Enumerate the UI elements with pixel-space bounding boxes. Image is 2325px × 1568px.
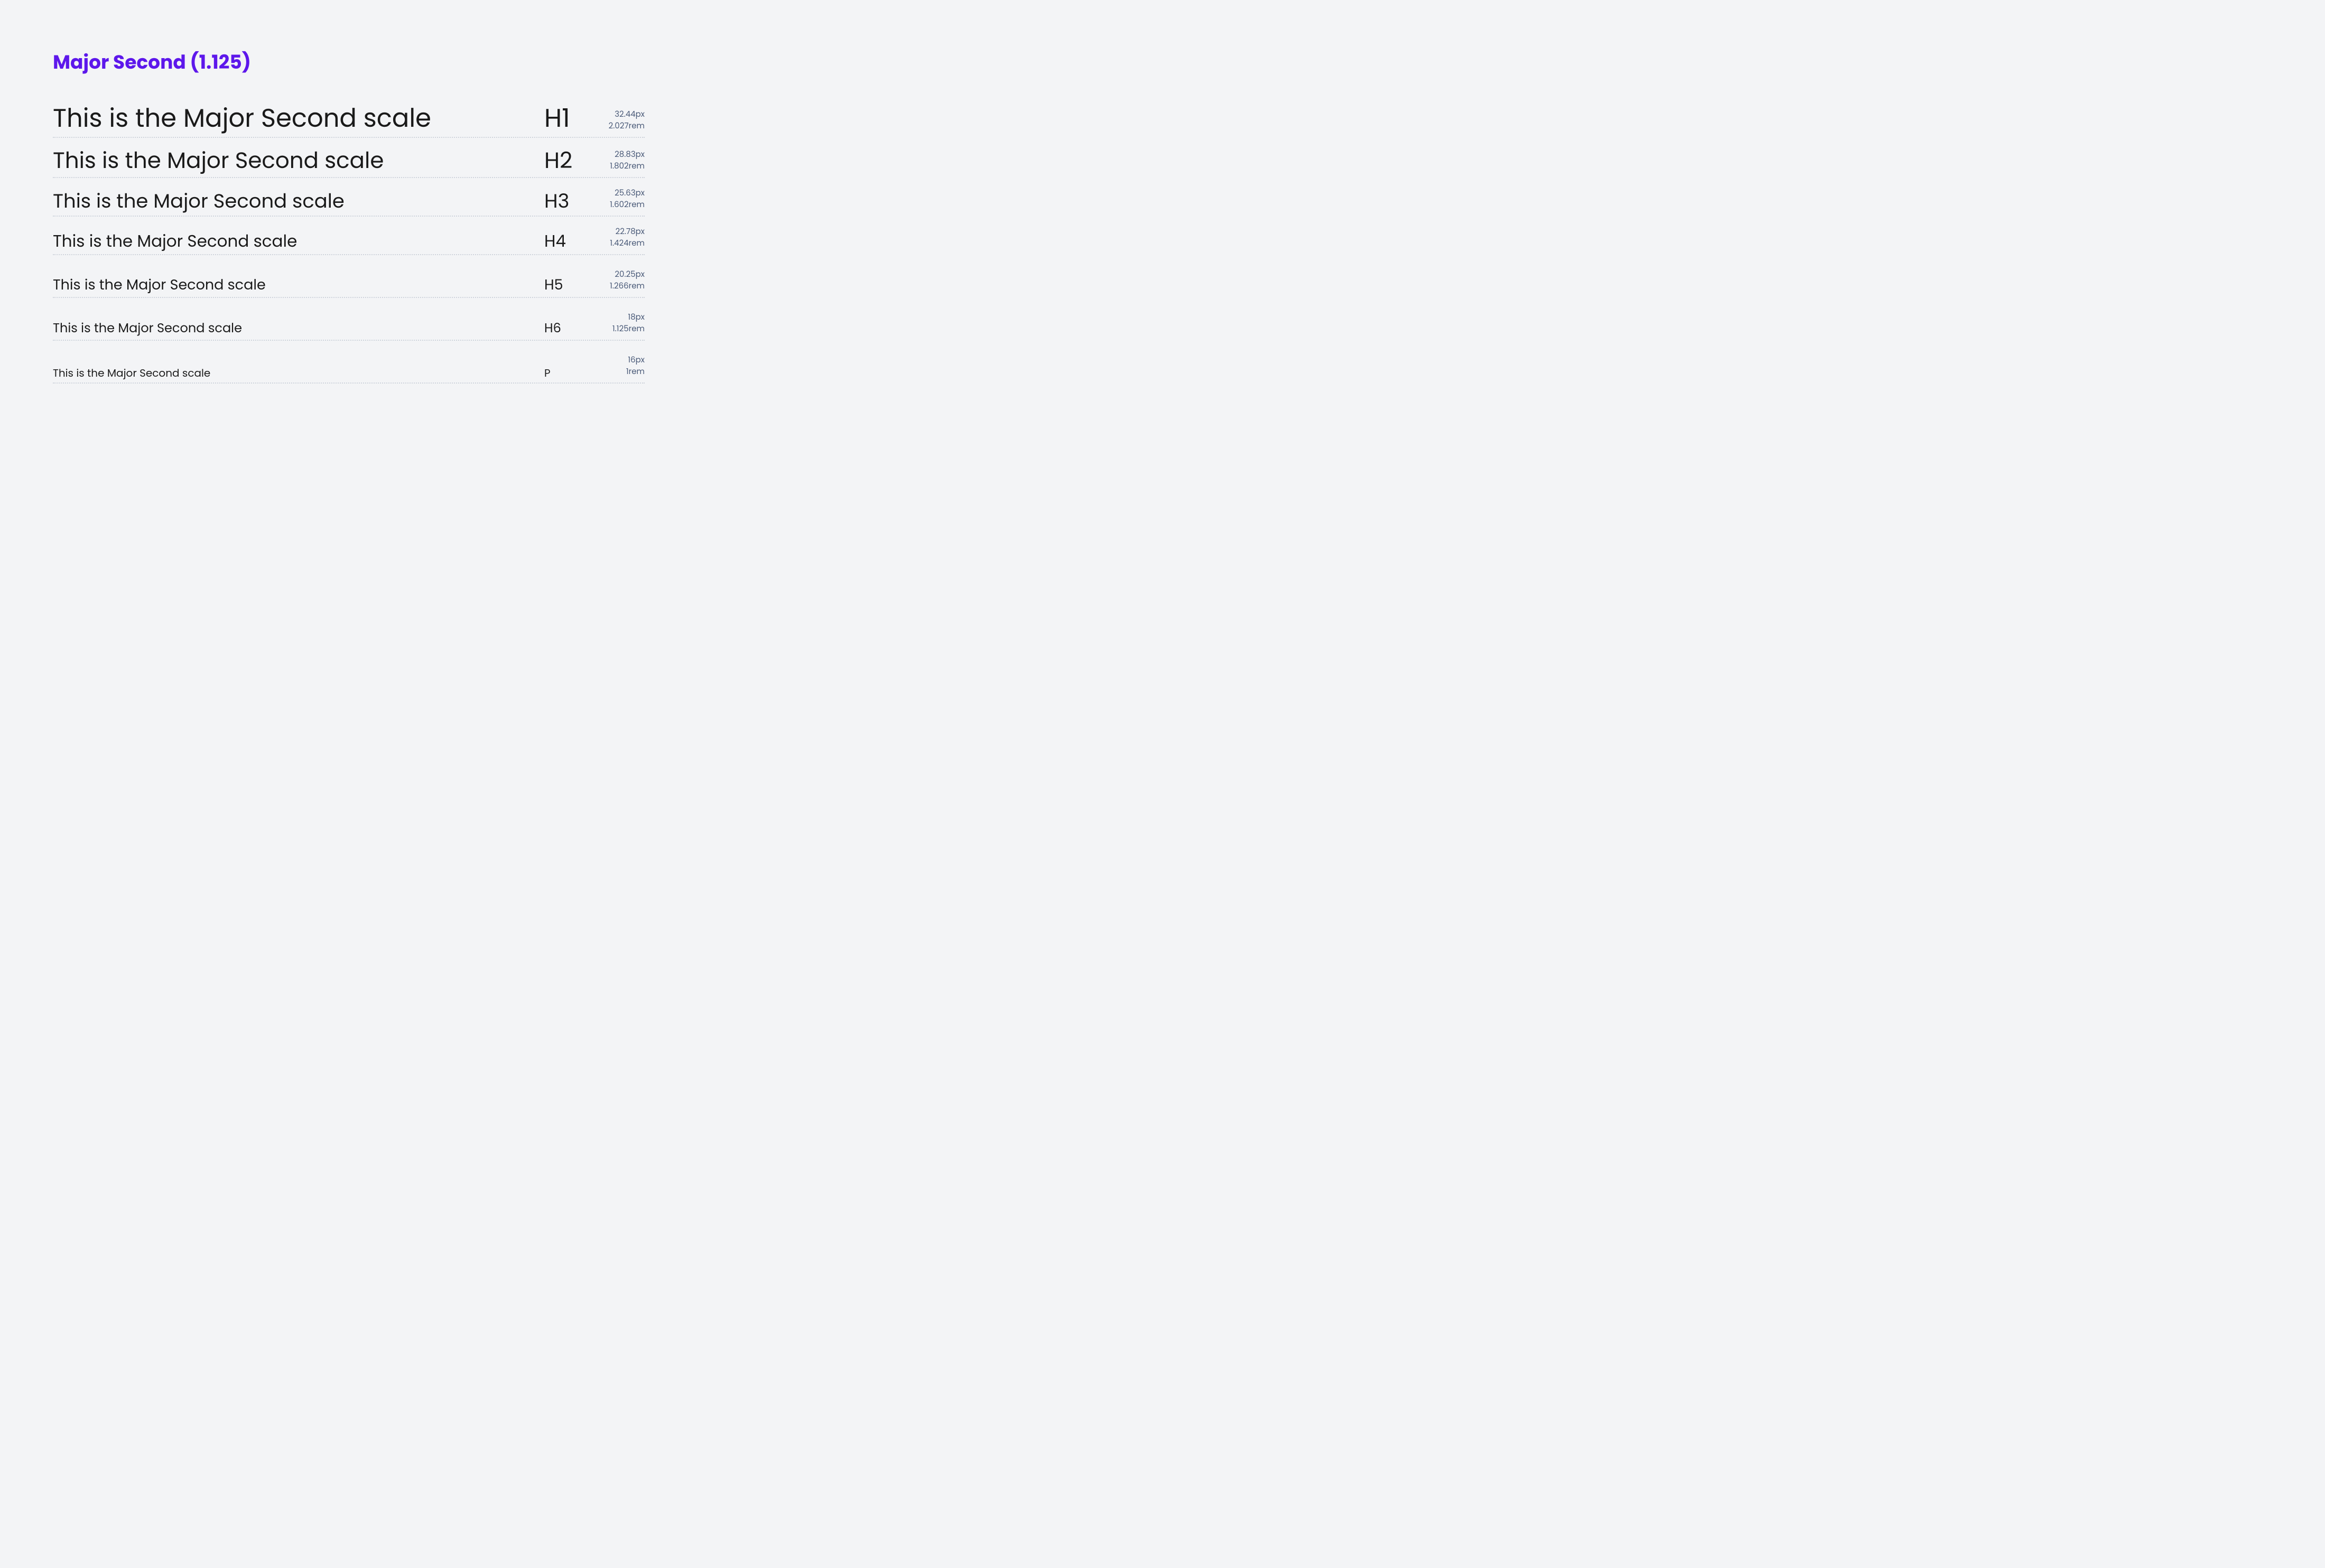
px-value: 20.25px [615, 269, 645, 281]
scale-row-h2: This is the Major Second scale H2 28.83p… [53, 147, 645, 178]
element-tag: H3 [544, 189, 592, 212]
element-tag: H5 [544, 277, 592, 294]
rem-value: 1.602rem [610, 199, 645, 211]
size-meta: 20.25px 1.266rem [592, 269, 645, 294]
scale-row-h4: This is the Major Second scale H4 22.78p… [53, 226, 645, 255]
sample-text: This is the Major Second scale [53, 321, 544, 337]
scale-row-h1: This is the Major Second scale H1 32.44p… [53, 103, 645, 138]
element-tag: H2 [544, 147, 592, 174]
px-value: 16px [628, 354, 645, 367]
sample-text: This is the Major Second scale [53, 367, 544, 379]
size-meta: 32.44px 2.027rem [592, 109, 645, 134]
rem-value: 2.027rem [609, 120, 645, 133]
sample-text: This is the Major Second scale [53, 147, 544, 174]
px-value: 22.78px [616, 226, 645, 238]
px-value: 25.63px [615, 188, 645, 200]
size-meta: 16px 1rem [592, 354, 645, 379]
scale-row-h6: This is the Major Second scale H6 18px 1… [53, 312, 645, 341]
size-meta: 18px 1.125rem [592, 312, 645, 337]
page-title: Major Second (1.125) [53, 48, 645, 77]
size-meta: 22.78px 1.424rem [592, 226, 645, 251]
element-tag: H1 [544, 103, 592, 134]
sample-text: This is the Major Second scale [53, 231, 544, 251]
sample-text: This is the Major Second scale [53, 189, 544, 212]
rem-value: 1.266rem [610, 281, 645, 293]
sample-text: This is the Major Second scale [53, 103, 544, 134]
element-tag: P [544, 367, 592, 379]
scale-row-h3: This is the Major Second scale H3 25.63p… [53, 188, 645, 217]
scale-row-p: This is the Major Second scale P 16px 1r… [53, 354, 645, 384]
rem-value: 1.424rem [610, 238, 645, 250]
px-value: 28.83px [615, 149, 645, 161]
scale-row-h5: This is the Major Second scale H5 20.25p… [53, 269, 645, 298]
element-tag: H6 [544, 321, 592, 337]
px-value: 18px [628, 312, 645, 324]
rem-value: 1rem [626, 366, 645, 378]
rem-value: 1.802rem [610, 161, 645, 173]
element-tag: H4 [544, 231, 592, 251]
px-value: 32.44px [615, 109, 645, 121]
size-meta: 25.63px 1.602rem [592, 188, 645, 212]
sample-text: This is the Major Second scale [53, 277, 544, 294]
rem-value: 1.125rem [612, 323, 645, 335]
size-meta: 28.83px 1.802rem [592, 149, 645, 174]
